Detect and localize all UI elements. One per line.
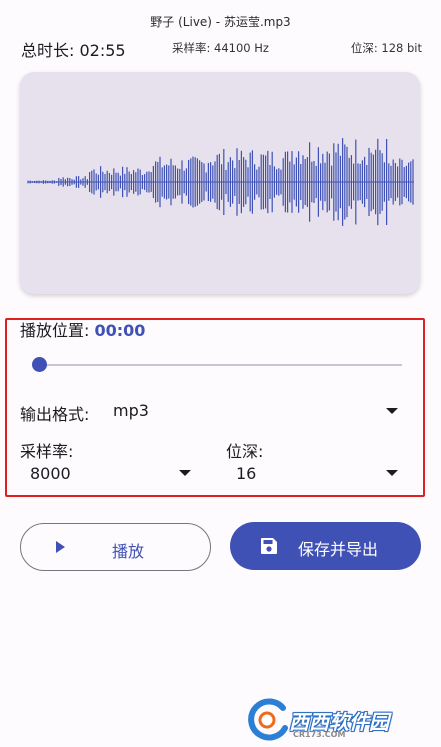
watermark-url: CR173.COM [293, 730, 346, 739]
play-button-label: 播放 [112, 542, 145, 561]
watermark-swirl-icon [248, 698, 288, 741]
save-icon [261, 538, 277, 554]
position-slider-track[interactable] [40, 364, 402, 366]
source-sample-rate: 采样率: 44100 Hz [172, 41, 269, 55]
position-slider-thumb[interactable] [32, 357, 47, 372]
file-title: 野子 (Live) - 苏运莹.mp3 [150, 15, 291, 29]
bit-depth-select[interactable]: 16 [236, 464, 256, 483]
total-duration: 总时长: 02:55 [21, 41, 126, 60]
bit-depth-label: 位深: [226, 442, 264, 461]
sample-rate-dropdown-icon[interactable] [179, 470, 191, 476]
watermark-logo: 西西软件园 CR173.COM [245, 698, 435, 742]
output-format-select[interactable]: mp3 [113, 401, 149, 420]
source-bit-depth: 位深: 128 bit [350, 41, 422, 55]
playback-position-label: 播放位置: [20, 321, 95, 340]
output-format-label: 输出格式: [20, 405, 90, 424]
sample-rate-select[interactable]: 8000 [30, 464, 71, 483]
waveform-card[interactable] [20, 72, 420, 294]
bit-depth-dropdown-icon[interactable] [386, 470, 398, 476]
playback-position: 播放位置: 00:00 [20, 317, 145, 341]
playback-position-value: 00:00 [94, 321, 146, 340]
play-icon [56, 541, 65, 553]
save-export-button-label: 保存并导出 [298, 540, 379, 559]
output-format-dropdown-icon[interactable] [386, 408, 398, 414]
save-export-button[interactable]: 保存并导出 [230, 522, 421, 570]
play-button[interactable]: 播放 [20, 523, 211, 571]
waveform-graph [27, 138, 414, 226]
sample-rate-label: 采样率: [20, 442, 74, 461]
